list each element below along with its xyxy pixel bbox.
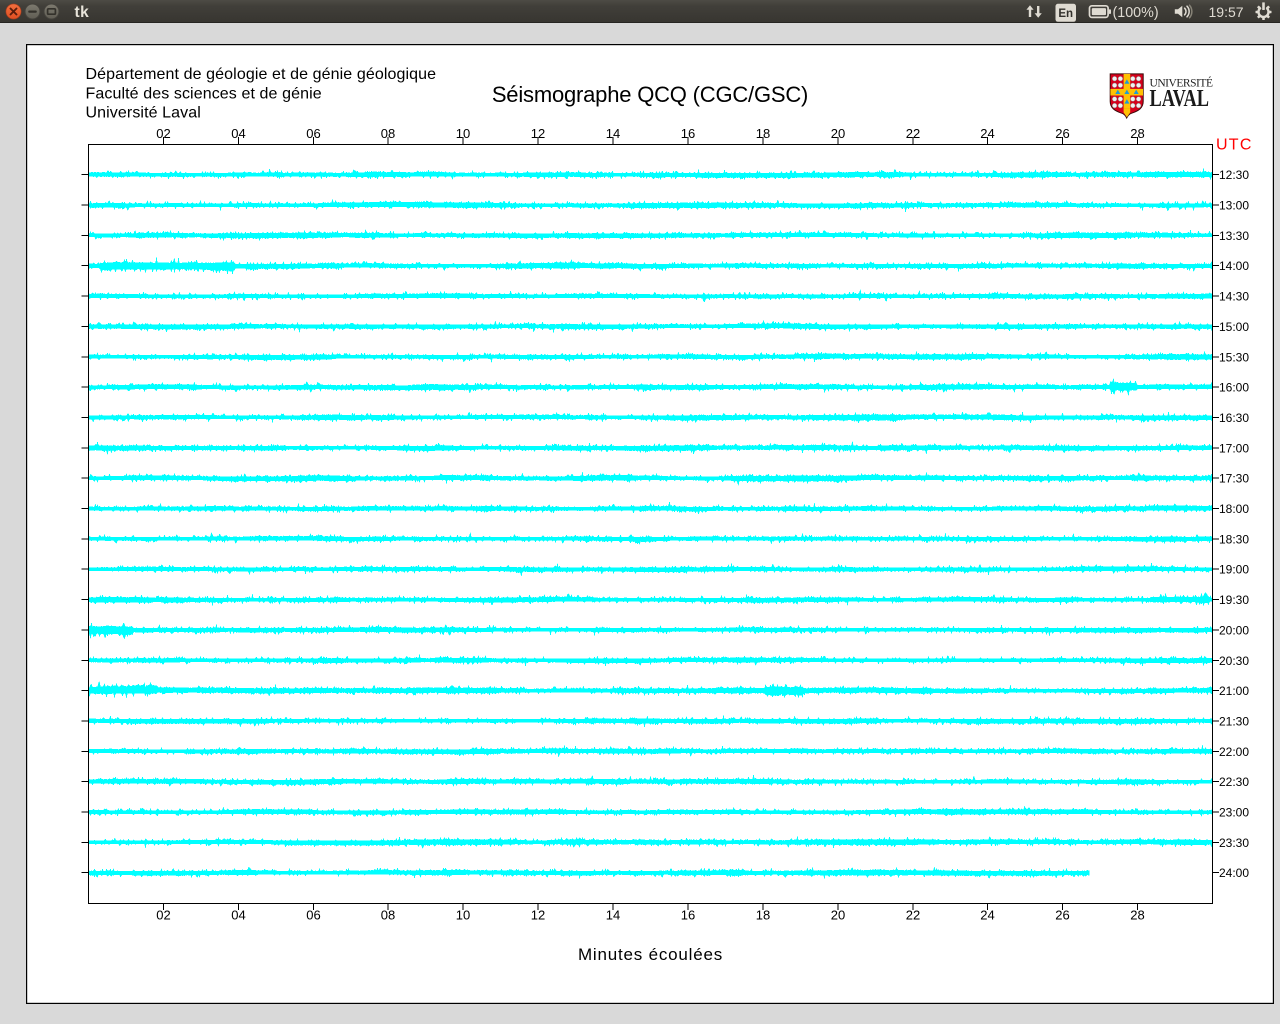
- svg-text:22:30: 22:30: [1219, 775, 1249, 789]
- svg-text:04: 04: [231, 908, 245, 923]
- svg-text:10: 10: [456, 908, 470, 923]
- svg-text:06: 06: [306, 126, 320, 141]
- svg-text:12:30: 12:30: [1219, 168, 1249, 182]
- svg-text:Minutes écoulées: Minutes écoulées: [578, 945, 723, 964]
- svg-text:13:00: 13:00: [1219, 199, 1249, 213]
- svg-text:16:30: 16:30: [1219, 411, 1249, 425]
- svg-text:16: 16: [681, 908, 695, 923]
- svg-text:Séismographe QCQ (CGC/GSC): Séismographe QCQ (CGC/GSC): [492, 82, 808, 107]
- svg-text:22: 22: [906, 908, 920, 923]
- svg-text:12: 12: [531, 908, 545, 923]
- svg-text:23:30: 23:30: [1219, 836, 1249, 850]
- svg-text:20: 20: [831, 126, 845, 141]
- svg-text:28: 28: [1130, 126, 1144, 141]
- svg-text:Université Laval: Université Laval: [86, 105, 201, 122]
- svg-text:24: 24: [980, 908, 994, 923]
- svg-text:20: 20: [831, 908, 845, 923]
- svg-text:18: 18: [756, 126, 770, 141]
- svg-text:16: 16: [681, 126, 695, 141]
- svg-text:08: 08: [381, 126, 395, 141]
- svg-text:13:30: 13:30: [1219, 229, 1249, 243]
- svg-text:18: 18: [756, 908, 770, 923]
- svg-text:21:30: 21:30: [1219, 715, 1249, 729]
- svg-text:15:30: 15:30: [1219, 351, 1249, 365]
- svg-text:Faculté des sciences et de gén: Faculté des sciences et de génie: [86, 85, 322, 102]
- svg-text:10: 10: [456, 126, 470, 141]
- svg-text:(100%): (100%): [1113, 5, 1159, 21]
- svg-text:20:30: 20:30: [1219, 654, 1249, 668]
- svg-text:LAVAL: LAVAL: [1150, 86, 1210, 112]
- svg-text:14: 14: [606, 908, 620, 923]
- svg-text:15:00: 15:00: [1219, 320, 1249, 334]
- svg-text:UTC: UTC: [1216, 137, 1253, 154]
- svg-text:17:00: 17:00: [1219, 442, 1249, 456]
- svg-text:24: 24: [980, 126, 994, 141]
- svg-text:02: 02: [156, 908, 170, 923]
- svg-text:14:30: 14:30: [1219, 290, 1249, 304]
- svg-text:18:30: 18:30: [1219, 533, 1249, 547]
- svg-text:23:00: 23:00: [1219, 806, 1249, 820]
- svg-text:26: 26: [1055, 908, 1069, 923]
- svg-text:26: 26: [1055, 126, 1069, 141]
- svg-text:Département de géologie et de: Département de géologie et de génie géol…: [86, 66, 437, 83]
- svg-text:14:00: 14:00: [1219, 259, 1249, 273]
- svg-text:02: 02: [156, 126, 170, 141]
- svg-text:19:57: 19:57: [1209, 4, 1244, 20]
- svg-text:14: 14: [606, 126, 620, 141]
- svg-text:19:30: 19:30: [1219, 593, 1249, 607]
- svg-text:17:30: 17:30: [1219, 472, 1249, 486]
- svg-text:18:00: 18:00: [1219, 502, 1249, 516]
- svg-text:28: 28: [1130, 908, 1144, 923]
- svg-text:tk: tk: [75, 4, 90, 21]
- svg-text:16:00: 16:00: [1219, 381, 1249, 395]
- svg-text:22: 22: [906, 126, 920, 141]
- svg-text:08: 08: [381, 908, 395, 923]
- svg-text:21:00: 21:00: [1219, 684, 1249, 698]
- svg-text:12: 12: [531, 126, 545, 141]
- svg-text:19:00: 19:00: [1219, 563, 1249, 577]
- svg-text:22:00: 22:00: [1219, 745, 1249, 759]
- svg-text:24:00: 24:00: [1219, 866, 1249, 880]
- svg-text:06: 06: [306, 908, 320, 923]
- svg-text:En: En: [1058, 8, 1073, 20]
- svg-text:20:00: 20:00: [1219, 624, 1249, 638]
- svg-text:04: 04: [231, 126, 245, 141]
